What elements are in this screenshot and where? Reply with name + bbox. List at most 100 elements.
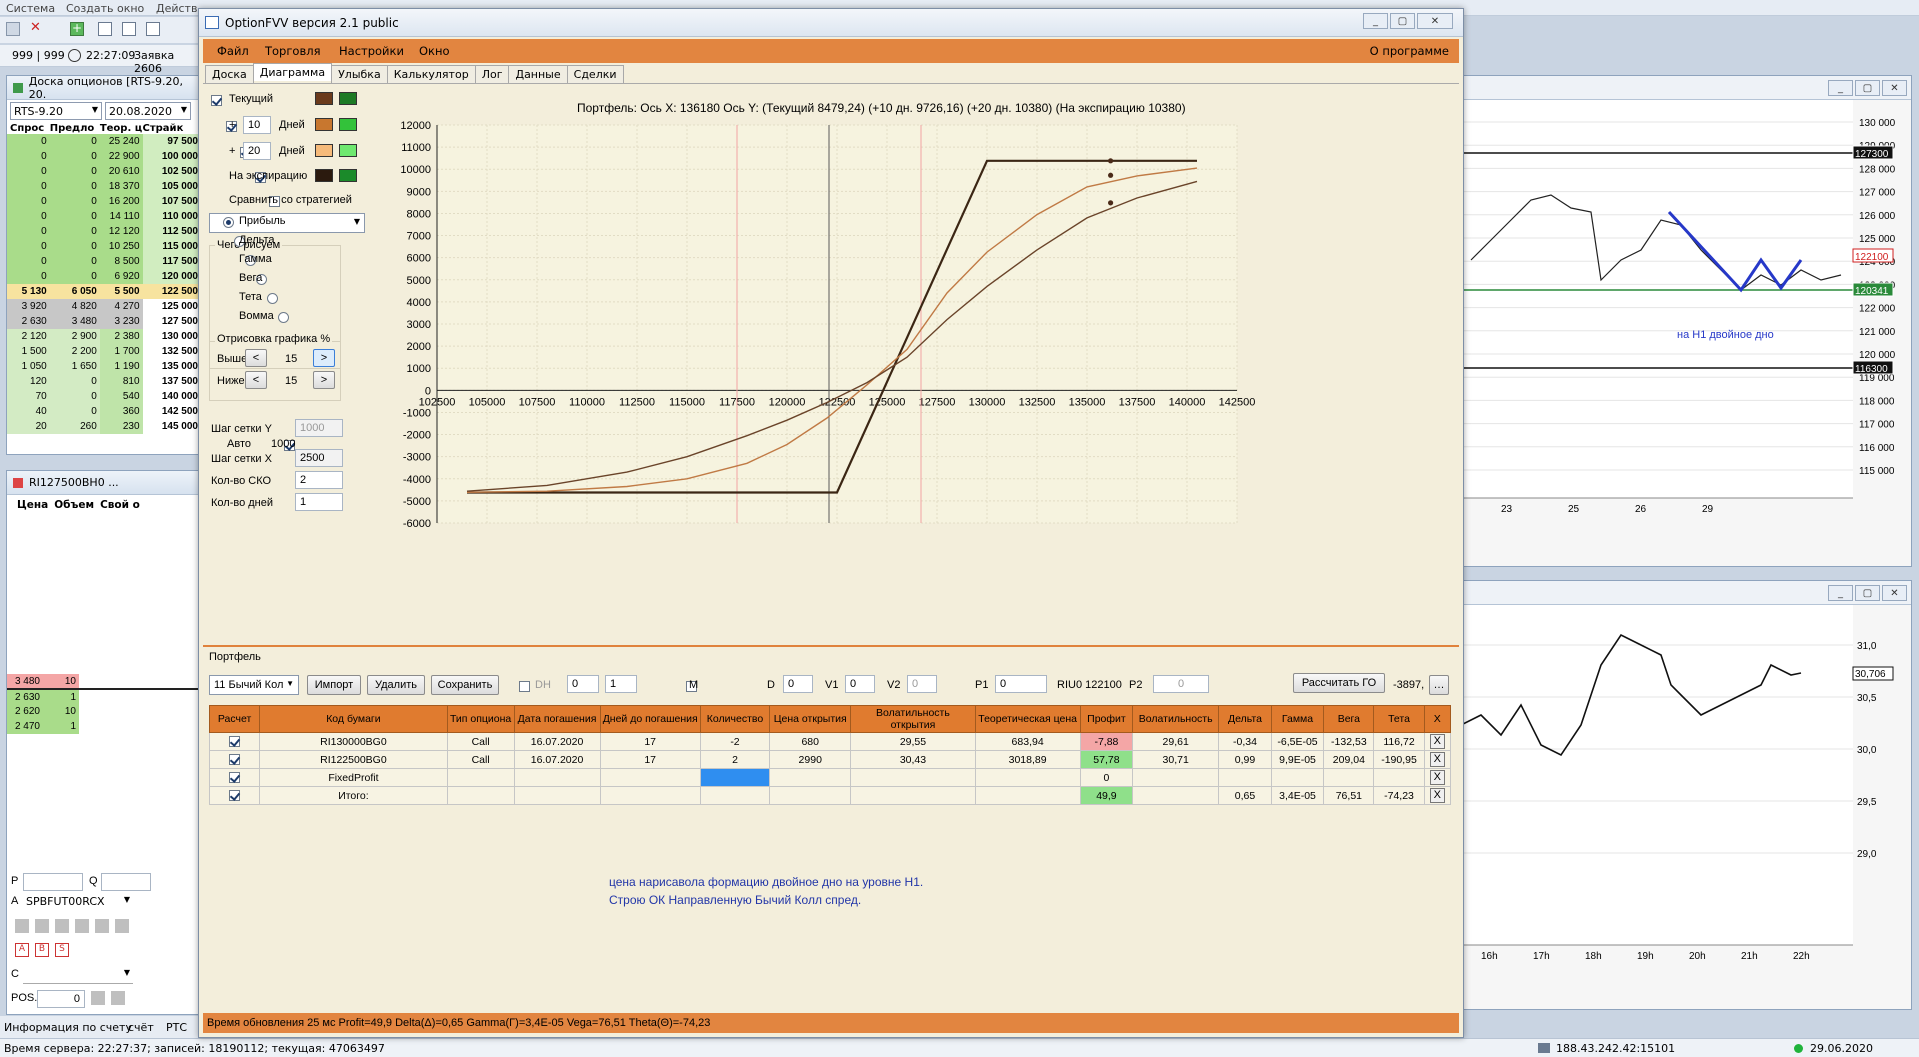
board-row[interactable]: 40 0 360 142 500 (7, 404, 199, 419)
delete-button[interactable]: Удалить (367, 675, 425, 695)
p2-input[interactable]: 0 (1153, 675, 1209, 693)
minimize-icon[interactable]: _ (1828, 80, 1853, 96)
menu-settings[interactable]: Настройки (339, 44, 404, 58)
board-row[interactable]: 120 0 810 137 500 (7, 374, 199, 389)
board-row[interactable]: 0 0 14 110 110 000 (7, 209, 199, 224)
toolbar-add-icon[interactable]: + (70, 22, 84, 36)
go-more-button[interactable]: … (1429, 675, 1449, 695)
save-button[interactable]: Сохранить (431, 675, 499, 695)
p-input[interactable] (23, 873, 83, 891)
tab-6[interactable]: Сделки (566, 65, 624, 83)
portfolio-row[interactable]: RI122500BG0 Call 16.07.2020 17 2 2990 30,43 301… (208, 750, 1452, 769)
menu-actions[interactable]: Действ (156, 2, 197, 15)
board-row[interactable]: 5 130 6 050 5 500 122 500 (7, 284, 199, 299)
below-increase-button[interactable]: > (313, 371, 335, 389)
tab-3[interactable]: Калькулятор (386, 65, 476, 83)
app-close-icon[interactable]: ✕ (1417, 13, 1453, 29)
menu-system[interactable]: Система (6, 2, 55, 15)
glass-row[interactable]: 2 620 10 (7, 704, 199, 719)
toolbar-tool-icon[interactable] (6, 22, 20, 36)
app-maximize-icon[interactable]: ▢ (1390, 13, 1415, 29)
maximize-icon[interactable]: ▢ (1855, 80, 1880, 96)
remove-cell[interactable]: X (1423, 768, 1452, 787)
above-decrease-button[interactable]: < (245, 349, 267, 367)
portfolio-header[interactable]: Гамма (1270, 705, 1325, 733)
plus10-days-input[interactable]: 10 (243, 116, 271, 134)
board-row[interactable]: 0 0 25 240 97 500 (7, 134, 199, 149)
calc-check-cell[interactable] (208, 786, 261, 805)
tab-5[interactable]: Данные (508, 65, 568, 83)
board-row[interactable]: 0 0 18 370 105 000 (7, 179, 199, 194)
plus20-swatch-peach[interactable] (315, 144, 333, 157)
board-row[interactable]: 1 500 2 200 1 700 132 500 (7, 344, 199, 359)
red-icon-1[interactable]: A (15, 943, 29, 957)
tab-account-info[interactable]: Информация по счету (4, 1021, 132, 1034)
calc-check-cell[interactable] (208, 732, 261, 751)
tool-icon-6[interactable] (115, 919, 129, 933)
portfolio-header[interactable]: Расчет (208, 705, 261, 733)
remove-row-icon[interactable]: X (1429, 734, 1445, 749)
portfolio-header[interactable]: Код бумаги (259, 705, 448, 733)
tab-account[interactable]: счёт (128, 1021, 154, 1034)
board-row[interactable]: 0 0 12 120 112 500 (7, 224, 199, 239)
board-row[interactable]: 008 500 117 500 (7, 254, 199, 269)
pos-btn-1[interactable] (91, 991, 105, 1005)
current-check[interactable] (211, 94, 222, 106)
v1-input[interactable]: 0 (845, 675, 875, 693)
dh-stepper-2[interactable]: 1 (605, 675, 637, 693)
menu-window[interactable]: Окно (419, 44, 450, 58)
board-row[interactable]: 70 0 540 140 000 (7, 389, 199, 404)
below-decrease-button[interactable]: < (245, 371, 267, 389)
portfolio-header[interactable]: Дельта (1218, 705, 1272, 733)
calc-check-cell[interactable] (208, 768, 261, 787)
remove-cell[interactable]: X (1423, 732, 1452, 751)
board-row[interactable]: 0 0 20 610 102 500 (7, 164, 199, 179)
menu-create-window[interactable]: Создать окно (66, 2, 144, 15)
board-row[interactable]: 2 630 3 480 3 230 127 500 (7, 314, 199, 329)
minimize2-icon[interactable]: _ (1828, 585, 1853, 601)
portfolio-header[interactable]: Дата погашения (513, 705, 601, 733)
grid-x-input[interactable]: 2500 (295, 449, 343, 467)
pos-btn-2[interactable] (111, 991, 125, 1005)
tab-rts[interactable]: РТС (166, 1021, 187, 1034)
portfolio-row[interactable]: FixedProfit 0 X (208, 768, 1452, 787)
portfolio-header[interactable]: Профит (1079, 705, 1134, 733)
app-minimize-icon[interactable]: _ (1363, 13, 1388, 29)
board-row[interactable]: 2 120 2 900 2 380 130 000 (7, 329, 199, 344)
dh-check[interactable] (519, 680, 530, 692)
q-input[interactable] (101, 873, 151, 891)
tab-1[interactable]: Диаграмма (252, 63, 333, 81)
v2-input[interactable]: 0 (907, 675, 937, 693)
portfolio-header[interactable]: Теоретическая цена (974, 705, 1081, 733)
calc-check-cell[interactable] (208, 750, 261, 769)
calc-check[interactable] (229, 790, 241, 802)
plus10-swatch-green[interactable] (339, 118, 357, 131)
red-icon-3[interactable]: S (55, 943, 69, 957)
date-select[interactable]: 20.08.2020 ▼ (105, 102, 191, 120)
above-increase-button[interactable]: > (313, 349, 335, 367)
plus10-swatch-orange[interactable] (315, 118, 333, 131)
board-row[interactable]: 0 0 22 900 100 000 (7, 149, 199, 164)
toolbar-window3-icon[interactable] (146, 22, 160, 36)
calc-check[interactable] (229, 754, 241, 766)
close-icon[interactable]: ✕ (1882, 80, 1907, 96)
sko-input[interactable]: 2 (295, 471, 343, 489)
grid-y-input[interactable]: 1000 (295, 419, 343, 437)
menu-about[interactable]: О программе (1370, 44, 1449, 58)
tool-icon-1[interactable] (15, 919, 29, 933)
tab-4[interactable]: Лог (474, 65, 510, 83)
radio-5[interactable] (278, 311, 289, 323)
import-button[interactable]: Импорт (307, 675, 361, 695)
glass-row[interactable]: 3 480 10 (7, 674, 199, 689)
toolbar-window-icon[interactable] (98, 22, 112, 36)
toolbar-cancel-icon[interactable]: ✕ (30, 21, 46, 36)
portfolio-header[interactable]: X (1423, 705, 1452, 733)
ndays-input[interactable]: 1 (295, 493, 343, 511)
portfolio-header[interactable]: Дней до погашения (599, 705, 701, 733)
portfolio-row[interactable]: RI130000BG0 Call 16.07.2020 17 -2 680 29,55 683… (208, 732, 1452, 751)
calc-go-button[interactable]: Рассчитать ГО (1293, 673, 1385, 693)
calc-check[interactable] (229, 772, 241, 784)
glass-row[interactable]: 2 630 1 (7, 689, 199, 704)
current-swatch-brown[interactable] (315, 92, 333, 105)
p1-input[interactable]: 0 (995, 675, 1047, 693)
